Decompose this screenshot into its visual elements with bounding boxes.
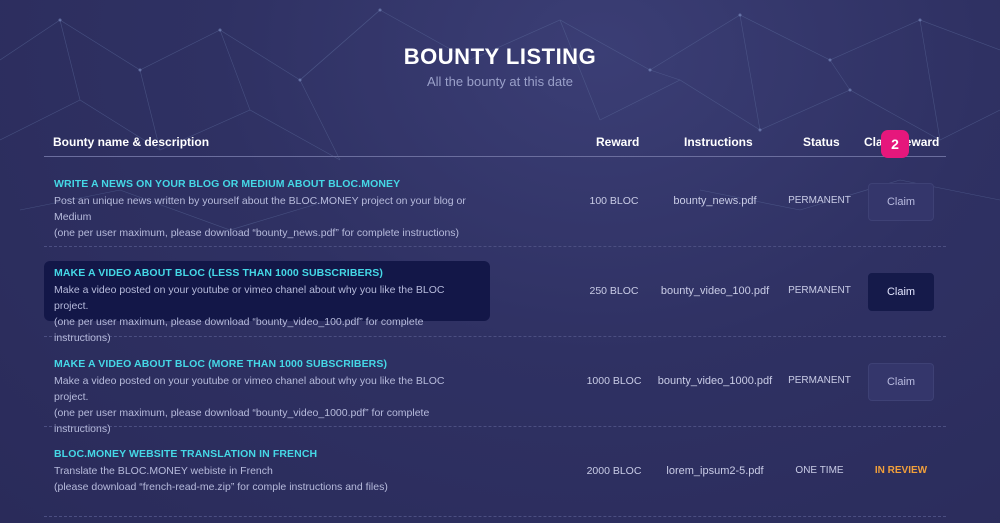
status-value: ONE TIME <box>795 465 844 476</box>
reward-value: 250 BLOC <box>589 285 639 297</box>
reward-value: 1000 BLOC <box>586 375 642 387</box>
annotation-badge: 2 <box>881 130 909 158</box>
bounty-title: MAKE A VIDEO ABOUT BLOC (MORE THAN 1000 … <box>54 358 388 370</box>
bounty-description: WRITE A NEWS ON YOUR BLOG OR MEDIUM ABOU… <box>44 172 490 239</box>
in-review-status: IN REVIEW <box>874 465 928 476</box>
page-subtitle: All the bounty at this date <box>427 74 573 89</box>
claim-button[interactable]: Claim <box>868 273 934 311</box>
bounty-description: MAKE A VIDEO ABOUT BLOC (MORE THAN 1000 … <box>44 352 490 435</box>
bounty-title: BLOC.MONEY WEBSITE TRANSLATION IN FRENCH <box>54 448 318 460</box>
reward-value: 100 BLOC <box>589 195 639 207</box>
table-row: MAKE A VIDEO ABOUT BLOC (MORE THAN 1000 … <box>44 337 946 435</box>
column-header-name: Bounty name & description <box>53 135 210 149</box>
claim-button[interactable]: Claim <box>868 183 934 221</box>
bounty-text-line: Post an unique news written by yourself … <box>54 195 466 223</box>
bounty-description: BLOC.MONEY WEBSITE TRANSLATION IN FRENCH… <box>44 442 490 500</box>
reward-value: 2000 BLOC <box>586 465 642 477</box>
page-header: BOUNTY LISTING All the bounty at this da… <box>0 44 1000 89</box>
table-row: BLOC.MONEY WEBSITE TRANSLATION IN FRENCH… <box>44 427 946 517</box>
bounty-text-line: Make a video posted on your youtube or v… <box>54 375 445 403</box>
bounty-description: MAKE A VIDEO ABOUT BLOC (LESS THAN 1000 … <box>44 261 490 344</box>
bounty-title: MAKE A VIDEO ABOUT BLOC (LESS THAN 1000 … <box>54 267 383 279</box>
instructions-link[interactable]: bounty_video_1000.pdf <box>656 375 774 387</box>
bounty-table: Bounty name & description Reward Instruc… <box>44 126 946 517</box>
claim-button[interactable]: Claim <box>868 363 934 401</box>
bounty-text-line: (please download “french-read-me.zip” fo… <box>54 481 388 493</box>
bounty-text-line: (one per user maximum, please download “… <box>54 227 460 239</box>
column-header-instructions: Instructions <box>684 135 753 149</box>
instructions-link[interactable]: bounty_news.pdf <box>656 195 774 207</box>
bounty-text-line: Make a video posted on your youtube or v… <box>54 284 445 312</box>
bounty-title: WRITE A NEWS ON YOUR BLOG OR MEDIUM ABOU… <box>54 178 401 190</box>
page-title: BOUNTY LISTING <box>403 44 597 69</box>
column-header-reward: Reward <box>596 135 640 149</box>
status-value: PERMANENT <box>788 195 851 206</box>
status-value: PERMANENT <box>788 375 851 386</box>
table-header: Bounty name & description Reward Instruc… <box>44 126 946 157</box>
table-row: MAKE A VIDEO ABOUT BLOC (LESS THAN 1000 … <box>44 247 946 344</box>
bounty-text-line: Translate the BLOC.MONEY webiste in Fren… <box>54 465 273 477</box>
instructions-link[interactable]: bounty_video_100.pdf <box>656 285 774 297</box>
table-row: WRITE A NEWS ON YOUR BLOG OR MEDIUM ABOU… <box>44 157 946 247</box>
status-value: PERMANENT <box>788 285 851 296</box>
instructions-link[interactable]: lorem_ipsum2-5.pdf <box>656 465 774 477</box>
column-header-status: Status <box>803 135 840 149</box>
